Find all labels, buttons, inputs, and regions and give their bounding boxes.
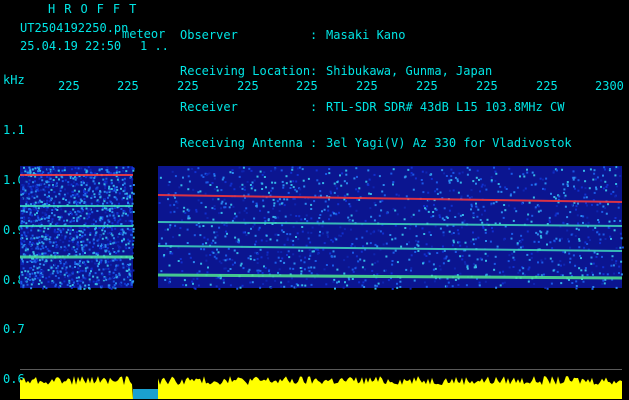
waterfall-spectrogram	[20, 166, 624, 399]
panel-separator	[20, 369, 622, 370]
